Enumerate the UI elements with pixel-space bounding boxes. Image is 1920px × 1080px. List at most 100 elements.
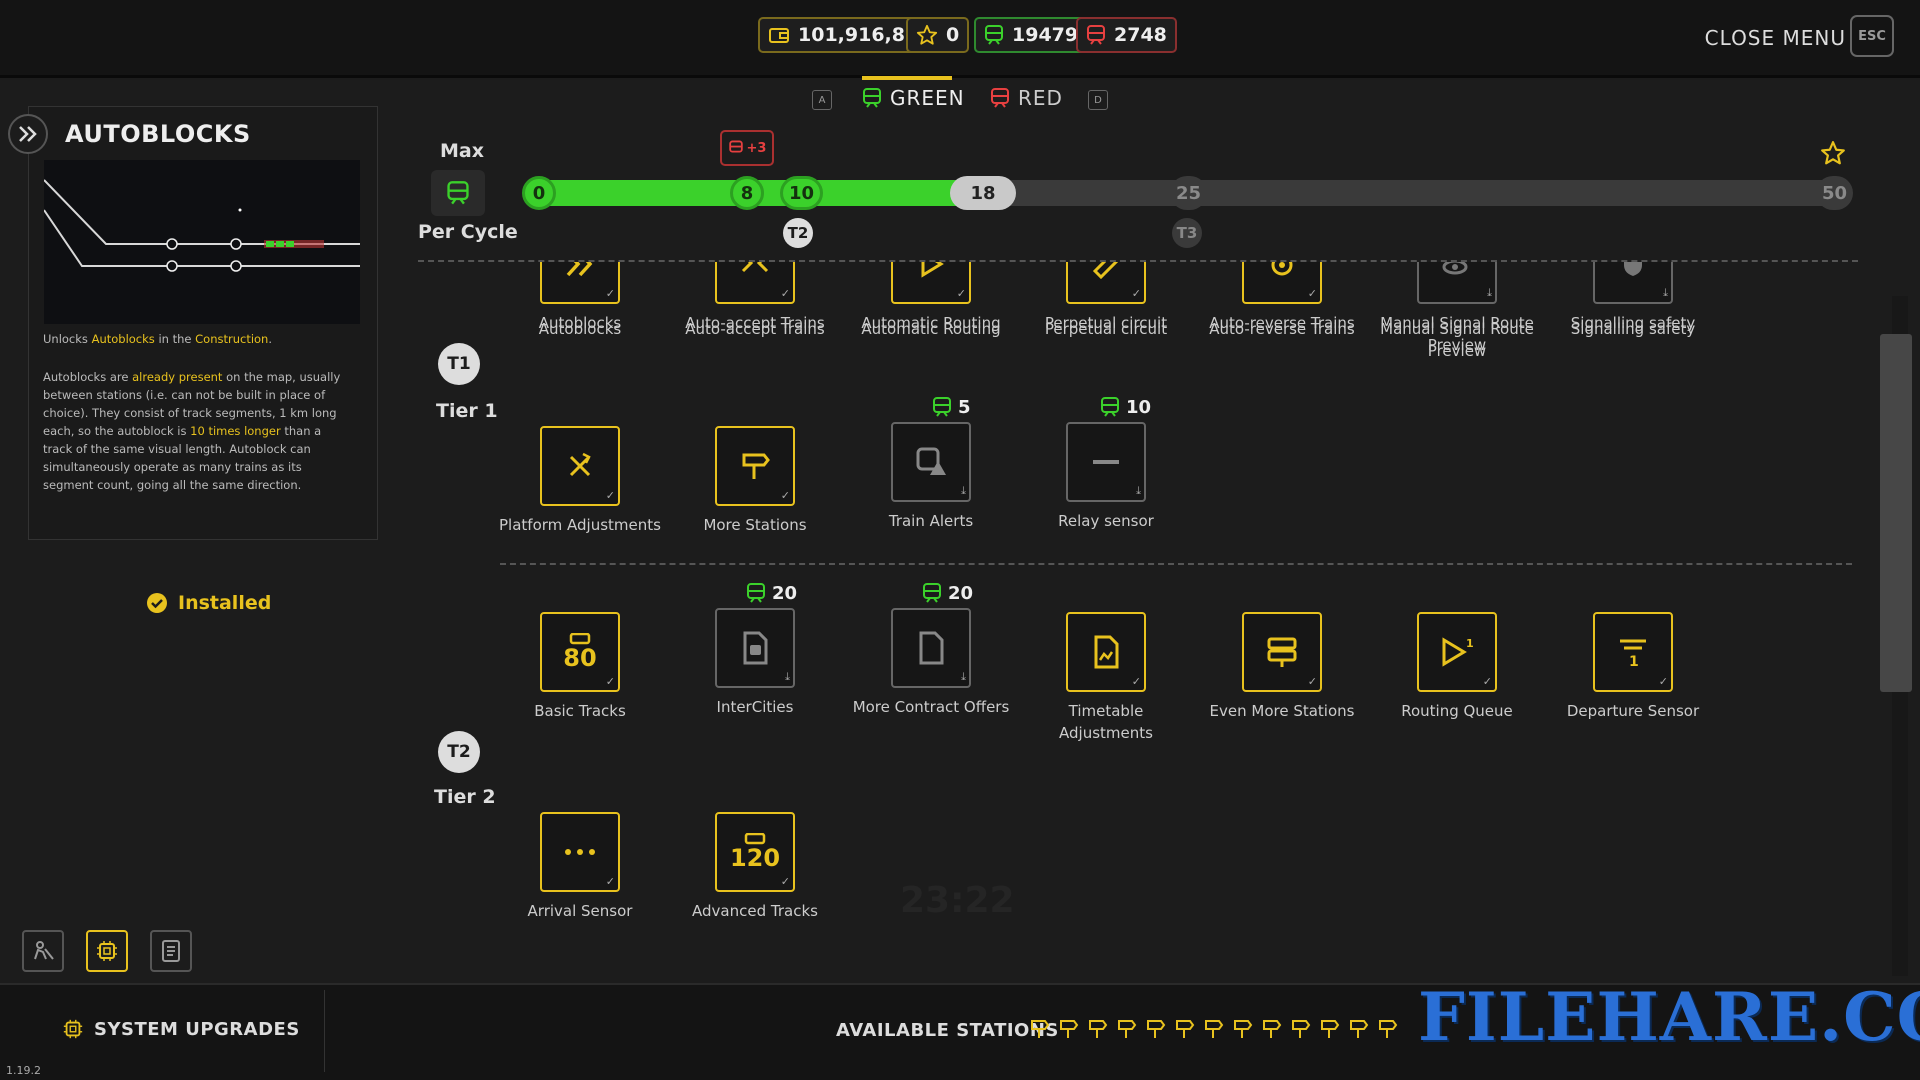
label-perpetual-circuit: Perpetual circuit xyxy=(1044,320,1168,338)
upgrade-platform-adjustments[interactable]: ✓ Platform Adjustments xyxy=(495,426,665,536)
upgrade-departure-sensor[interactable]: 1 ✓ Departure Sensor xyxy=(1548,612,1718,722)
station-pin-icon xyxy=(1060,1020,1079,1038)
station-pin-icon xyxy=(1205,1020,1224,1038)
system-upgrades-tab[interactable]: SYSTEM UPGRADES xyxy=(62,1018,300,1040)
unlock-text: Unlocks Autoblocks in the Construction. xyxy=(43,332,273,346)
bonus-red-trains-badge: +3 xyxy=(720,130,774,166)
key-hint-d: D xyxy=(1088,90,1108,110)
pencil-loop-icon xyxy=(1092,262,1119,279)
green-train-icon xyxy=(1101,397,1119,417)
tier-divider xyxy=(500,563,1852,565)
expand-panel-button[interactable] xyxy=(8,114,48,154)
current-value-node: 18 xyxy=(950,176,1016,210)
green-train-icon xyxy=(923,583,941,603)
green-train-icon xyxy=(985,25,1003,45)
check-icon: ✓ xyxy=(780,875,790,888)
red-train-icon xyxy=(991,88,1009,108)
label-autoblocks: Autoblocks xyxy=(538,320,622,338)
upgrade-train-alerts[interactable]: ⤓ Train Alerts xyxy=(846,422,1016,532)
progress-fill xyxy=(530,180,1002,206)
eye-icon xyxy=(1442,262,1468,275)
installed-status: Installed xyxy=(146,592,271,614)
tier1-label: Tier 1 xyxy=(436,400,498,422)
upgrade-more-stations[interactable]: ✓ More Stations xyxy=(670,426,840,536)
minus-icon xyxy=(1093,460,1119,464)
check-icon: ✓ xyxy=(1307,675,1317,688)
chip-icon xyxy=(97,941,117,961)
train-warning-icon xyxy=(916,447,946,475)
check-icon: ✓ xyxy=(605,287,615,300)
tier-marker-t3: T3 xyxy=(1172,218,1202,248)
download-icon: ⤓ xyxy=(961,670,966,683)
reverse-cycle-icon xyxy=(1271,262,1293,276)
wallet-icon xyxy=(769,28,789,43)
station-pin-icon xyxy=(1147,1020,1166,1038)
svg-text:1: 1 xyxy=(1629,654,1639,670)
upgrade-more-contract-offers[interactable]: ⤓ More Contract Offers xyxy=(846,608,1016,718)
upgrade-arrival-sensor[interactable]: ✓ Arrival Sensor xyxy=(495,812,665,922)
construction-mode-button[interactable] xyxy=(22,930,64,972)
download-icon: ⤓ xyxy=(1487,286,1492,299)
station-pin-icon xyxy=(1379,1020,1398,1038)
label-auto-reverse-trains: Auto-reverse Trains xyxy=(1209,320,1355,338)
check-icon: ✓ xyxy=(1482,675,1492,688)
tier2-label: Tier 2 xyxy=(434,786,496,808)
faded-clock: 23:22 xyxy=(900,880,1015,921)
available-station-pins xyxy=(1030,1018,1398,1040)
swap-arrows-icon xyxy=(741,262,769,273)
system-upgrades-mode-button[interactable] xyxy=(86,930,128,972)
description-text: Autoblocks are already present on the ma… xyxy=(43,370,341,492)
label-auto-accept-trains: Auto-accept Trains xyxy=(685,320,825,338)
esc-key-button[interactable]: ESC xyxy=(1850,15,1894,57)
upgrade-routing-queue[interactable]: 1 ✓ Routing Queue xyxy=(1372,612,1542,722)
stars-counter: 0 xyxy=(906,17,970,53)
check-icon: ✓ xyxy=(1658,675,1668,688)
green-trains-counter: 19479 xyxy=(974,17,1089,53)
upgrade-timetable-adjustments[interactable]: ✓ Timetable Adjustments xyxy=(1021,612,1191,744)
double-chevron-icon xyxy=(566,262,593,277)
check-icon: ✓ xyxy=(1131,287,1141,300)
double-signpost-icon xyxy=(1267,637,1297,667)
green-train-icon xyxy=(933,397,951,417)
upgrade-relay-sensor[interactable]: ⤓ Relay sensor xyxy=(1021,422,1191,532)
per-cycle-train-badge xyxy=(431,170,485,216)
tier-marker-t2: T2 xyxy=(783,218,813,248)
check-icon: ✓ xyxy=(1131,675,1141,688)
scrollbar-thumb[interactable] xyxy=(1880,334,1912,692)
station-pin-icon xyxy=(1263,1020,1282,1038)
train-document-icon xyxy=(743,631,768,665)
upgrade-even-more-stations[interactable]: ✓ Even More Stations xyxy=(1197,612,1367,722)
cost-relay-sensor: 10 xyxy=(1100,396,1151,418)
tab-red-line[interactable]: RED xyxy=(990,86,1063,110)
upgrade-basic-tracks[interactable]: 80 ✓ Basic Tracks xyxy=(495,612,665,722)
construction-worker-icon xyxy=(34,941,54,960)
station-pin-icon xyxy=(1350,1020,1369,1038)
check-icon: ✓ xyxy=(605,489,615,502)
station-pin-icon xyxy=(1292,1020,1311,1038)
bottom-divider xyxy=(324,990,325,1072)
station-pin-icon xyxy=(1031,1020,1050,1038)
available-stations-label: AVAILABLE STATIONS xyxy=(836,1020,1059,1041)
chip-icon xyxy=(63,1019,83,1039)
upgrade-advanced-tracks[interactable]: 120 ✓ Advanced Tracks xyxy=(670,812,840,922)
cost-more-contract-offers: 20 xyxy=(922,582,973,604)
max-label: Max xyxy=(440,140,484,162)
label-automatic-routing: Automatic Routing xyxy=(861,320,1001,338)
check-icon: ✓ xyxy=(605,875,615,888)
crossed-arrows-icon xyxy=(569,452,591,477)
log-mode-button[interactable] xyxy=(150,930,192,972)
upgrade-intercities[interactable]: ⤓ InterCities xyxy=(670,608,840,718)
version-label: 1.19.2 xyxy=(6,1064,41,1077)
schedule-document-icon xyxy=(1094,635,1119,669)
close-menu-button[interactable]: CLOSE MENU xyxy=(1705,26,1846,50)
advanced-tracks-number: 120 xyxy=(729,844,781,872)
panel-title: AUTOBLOCKS xyxy=(65,120,251,148)
star-icon xyxy=(916,24,938,45)
check-icon: ✓ xyxy=(1307,287,1317,300)
active-tab-indicator xyxy=(862,76,952,80)
milestone-node-0: 0 xyxy=(522,176,556,210)
station-pin-icon xyxy=(1234,1020,1253,1038)
tab-green-line[interactable]: GREEN xyxy=(862,86,965,110)
per-cycle-label: Per Cycle xyxy=(418,221,518,243)
download-icon: ⤓ xyxy=(1136,484,1141,497)
